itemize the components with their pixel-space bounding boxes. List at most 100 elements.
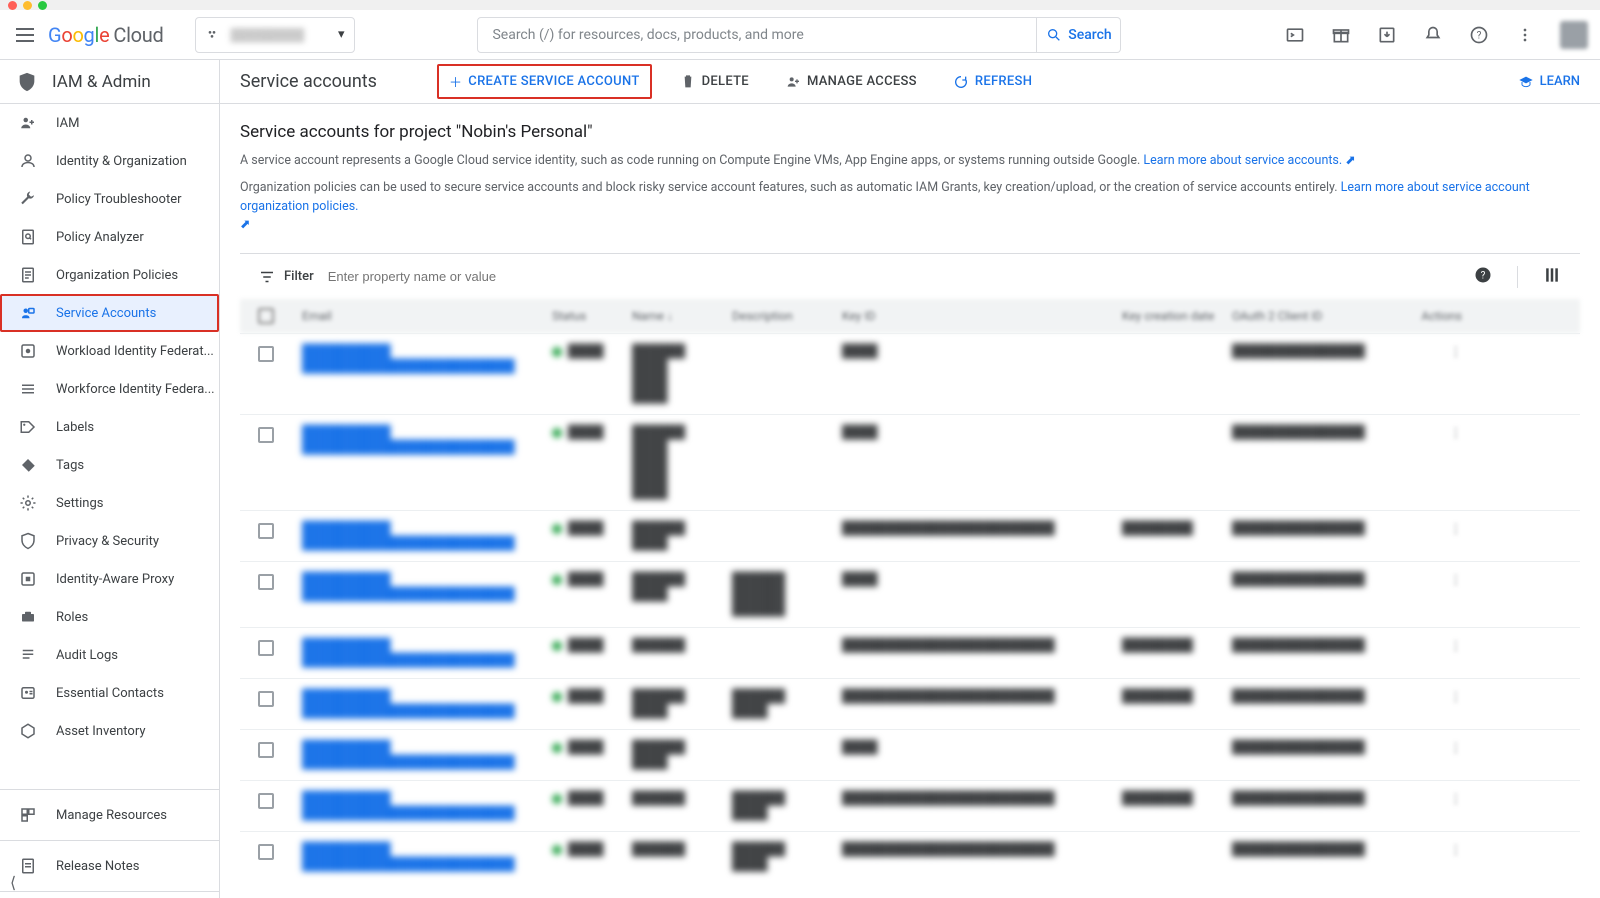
- sidebar-item-roles[interactable]: Roles: [0, 598, 219, 636]
- identity-icon: [18, 151, 38, 171]
- notifications-icon[interactable]: [1422, 24, 1444, 46]
- sidebar-item-tags[interactable]: Tags: [0, 446, 219, 484]
- sidebar-item-labels[interactable]: Labels: [0, 408, 219, 446]
- mac-zoom[interactable]: [38, 1, 47, 10]
- sidebar-item-policy-analyzer[interactable]: Policy Analyzer: [0, 218, 219, 256]
- nav-menu-button[interactable]: [12, 23, 36, 47]
- filter-input[interactable]: [328, 269, 628, 284]
- sidebar-section-title: IAM & Admin: [52, 72, 151, 92]
- sidebar-item-identity-organization[interactable]: Identity & Organization: [0, 142, 219, 180]
- row-actions[interactable]: ⋮: [1402, 791, 1462, 807]
- download-icon[interactable]: [1376, 24, 1398, 46]
- cell-key-id: ████████████████████████: [842, 689, 1122, 704]
- notes-icon: [18, 856, 38, 876]
- table-row[interactable]: ████████████████████████████████████████…: [240, 510, 1580, 561]
- desc1-text: A service account represents a Google Cl…: [240, 153, 1143, 168]
- cell-key-id: ████████████████████████: [842, 791, 1122, 806]
- gift-icon[interactable]: [1330, 24, 1352, 46]
- row-checkbox[interactable]: [258, 344, 302, 362]
- manage-access-button[interactable]: MANAGE ACCESS: [777, 68, 925, 96]
- sidebar-item-label: Essential Contacts: [56, 686, 164, 701]
- sidebar: IAM & Admin IAMIdentity & OrganizationPo…: [0, 60, 220, 898]
- more-vert-icon[interactable]: [1514, 24, 1536, 46]
- cell-email: ██████████████████████████████████: [302, 638, 552, 668]
- row-actions[interactable]: ⋮: [1402, 842, 1462, 858]
- cell-oauth-client: ███████████████: [1232, 425, 1402, 440]
- search-input[interactable]: Search (/) for resources, docs, products…: [477, 17, 1037, 53]
- table-row[interactable]: ████████████████████████████████████████…: [240, 678, 1580, 729]
- cell-status: ████: [552, 689, 632, 704]
- sidebar-item-service-accounts[interactable]: Service Accounts: [0, 294, 219, 332]
- row-actions[interactable]: ⋮: [1402, 425, 1462, 441]
- sidebar-item-label: Audit Logs: [56, 648, 118, 663]
- learn-button[interactable]: LEARN: [1518, 74, 1580, 90]
- content-desc-1: A service account represents a Google Cl…: [240, 152, 1580, 171]
- column-display-options-icon[interactable]: [1542, 265, 1562, 289]
- sidebar-item-policy-troubleshooter[interactable]: Policy Troubleshooter: [0, 180, 219, 218]
- sidebar-item-workforce-identity-federa-[interactable]: Workforce Identity Federa...: [0, 370, 219, 408]
- sidebar-item-release-notes[interactable]: Release Notes: [0, 847, 219, 885]
- row-checkbox[interactable]: [258, 638, 302, 656]
- mac-close[interactable]: [8, 1, 17, 10]
- filter-help-icon[interactable]: ?: [1473, 265, 1493, 289]
- sidebar-item-manage-resources[interactable]: Manage Resources: [0, 796, 219, 834]
- table-row[interactable]: ████████████████████████████████████████…: [240, 333, 1580, 414]
- row-actions[interactable]: ⋮: [1402, 521, 1462, 537]
- workload-icon: [18, 341, 38, 361]
- table-row[interactable]: ████████████████████████████████████████…: [240, 729, 1580, 780]
- row-actions[interactable]: ⋮: [1402, 638, 1462, 654]
- cell-oauth-client: ███████████████: [1232, 740, 1402, 755]
- row-actions[interactable]: ⋮: [1402, 689, 1462, 705]
- sidebar-section-header[interactable]: IAM & Admin: [0, 60, 219, 104]
- sidebar-item-workload-identity-federat-[interactable]: Workload Identity Federat...: [0, 332, 219, 370]
- filter-label: Filter: [284, 269, 314, 284]
- cell-email: ██████████████████████████████████: [302, 425, 552, 455]
- delete-label: DELETE: [702, 74, 749, 89]
- cell-status: ████: [552, 521, 632, 536]
- sidebar-item-audit-logs[interactable]: Audit Logs: [0, 636, 219, 674]
- delete-button[interactable]: DELETE: [672, 68, 757, 96]
- cloud-shell-icon[interactable]: [1284, 24, 1306, 46]
- sidebar-item-privacy-security[interactable]: Privacy & Security: [0, 522, 219, 560]
- row-checkbox[interactable]: [258, 521, 302, 539]
- cell-name: ██████████: [632, 521, 732, 551]
- page-title: Service accounts: [240, 71, 377, 92]
- table-row[interactable]: ████████████████████████████████████████…: [240, 780, 1580, 831]
- sidebar-item-iam[interactable]: IAM: [0, 104, 219, 142]
- row-actions[interactable]: ⋮: [1402, 572, 1462, 588]
- search-button[interactable]: Search: [1037, 17, 1121, 53]
- table-row[interactable]: ████████████████████████████████████████…: [240, 831, 1580, 882]
- refresh-button[interactable]: REFRESH: [945, 68, 1040, 96]
- row-checkbox[interactable]: [258, 842, 302, 860]
- action-bar: Service accounts ＋ CREATE SERVICE ACCOUN…: [220, 60, 1600, 104]
- google-cloud-logo[interactable]: Google Cloud: [48, 23, 163, 47]
- table-body: ████████████████████████████████████████…: [240, 333, 1580, 882]
- row-actions[interactable]: ⋮: [1402, 740, 1462, 756]
- row-checkbox[interactable]: [258, 425, 302, 443]
- shield-icon: [16, 71, 38, 93]
- sidebar-item-identity-aware-proxy[interactable]: Identity-Aware Proxy: [0, 560, 219, 598]
- account-avatar[interactable]: [1560, 21, 1588, 49]
- row-checkbox[interactable]: [258, 572, 302, 590]
- sidebar-item-settings[interactable]: Settings: [0, 484, 219, 522]
- contacts-icon: [18, 683, 38, 703]
- sidebar-item-organization-policies[interactable]: Organization Policies: [0, 256, 219, 294]
- row-checkbox[interactable]: [258, 791, 302, 809]
- mac-minimize[interactable]: [23, 1, 32, 10]
- project-name: ▒▒▒▒▒▒▒▒: [230, 27, 304, 43]
- help-icon[interactable]: ?: [1468, 24, 1490, 46]
- table-row[interactable]: ████████████████████████████████████████…: [240, 414, 1580, 510]
- row-checkbox[interactable]: [258, 689, 302, 707]
- learn-service-accounts-link[interactable]: Learn more about service accounts.: [1143, 153, 1342, 168]
- sidebar-item-essential-contacts[interactable]: Essential Contacts: [0, 674, 219, 712]
- table-row[interactable]: ████████████████████████████████████████…: [240, 561, 1580, 627]
- table-row[interactable]: ████████████████████████████████████████…: [240, 627, 1580, 678]
- collapse-sidebar-button[interactable]: ⟨: [10, 873, 16, 892]
- sidebar-item-asset-inventory[interactable]: Asset Inventory: [0, 712, 219, 750]
- create-service-account-button[interactable]: ＋ CREATE SERVICE ACCOUNT: [437, 64, 652, 99]
- row-checkbox[interactable]: [258, 740, 302, 758]
- row-actions[interactable]: ⋮: [1402, 344, 1462, 360]
- cell-name: ██████████████████: [632, 344, 732, 404]
- project-picker[interactable]: ▒▒▒▒▒▒▒▒ ▾: [195, 17, 355, 53]
- cell-key-created: ████████: [1122, 521, 1232, 536]
